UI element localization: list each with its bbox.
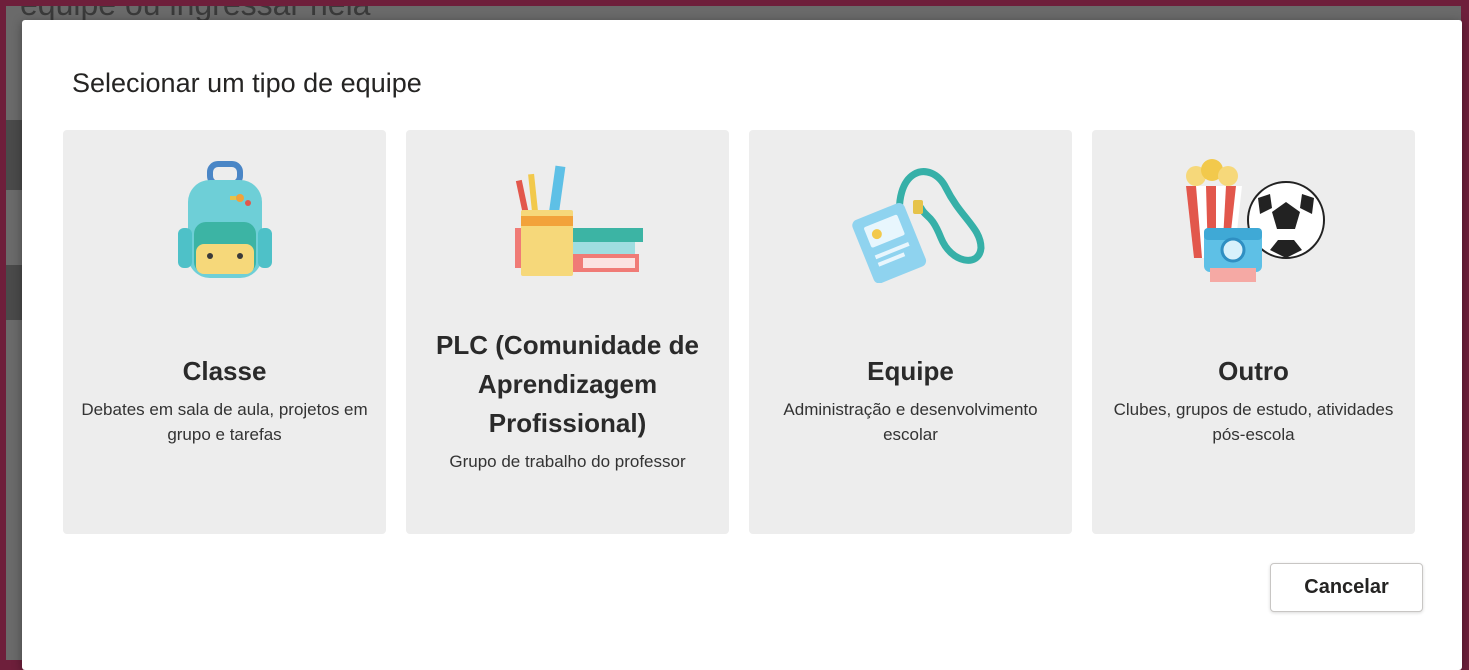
card-description: Debates em sala de aula, projetos em gru…: [81, 400, 368, 444]
window-frame: [1461, 0, 1469, 660]
cancel-button[interactable]: Cancelar: [1270, 563, 1423, 612]
team-type-card-plc[interactable]: PLC (Comunidade de Aprendizagem Profissi…: [406, 130, 729, 534]
select-team-type-dialog: Selecionar um tipo de equipe Classe Deba…: [22, 20, 1462, 670]
team-type-card-classe[interactable]: Classe Debates em sala de aula, projetos…: [63, 130, 386, 534]
card-text: Outro Clubes, grupos de estudo, atividad…: [1092, 352, 1415, 447]
pencil-cup-books-icon: [406, 158, 729, 298]
card-title: PLC (Comunidade de Aprendizagem Profissi…: [436, 330, 699, 438]
lanyard-badge-icon: [749, 158, 1072, 298]
window-frame: [0, 0, 6, 660]
window-frame: [0, 0, 1469, 6]
card-text: Equipe Administração e desenvolvimento e…: [749, 352, 1072, 447]
backpack-icon: [63, 158, 386, 298]
card-text: PLC (Comunidade de Aprendizagem Profissi…: [406, 326, 729, 474]
card-description: Clubes, grupos de estudo, atividades pós…: [1113, 400, 1394, 444]
card-text: Classe Debates em sala de aula, projetos…: [63, 352, 386, 447]
card-title: Classe: [182, 356, 267, 386]
card-title: Outro: [1218, 356, 1289, 386]
dialog-title: Selecionar um tipo de equipe: [72, 68, 422, 98]
popcorn-camera-ball-icon: [1092, 158, 1415, 298]
team-type-card-outro[interactable]: Outro Clubes, grupos de estudo, atividad…: [1092, 130, 1415, 534]
team-type-card-equipe[interactable]: Equipe Administração e desenvolvimento e…: [749, 130, 1072, 534]
card-description: Grupo de trabalho do professor: [449, 452, 686, 471]
card-description: Administração e desenvolvimento escolar: [783, 400, 1038, 444]
card-title: Equipe: [867, 356, 954, 386]
